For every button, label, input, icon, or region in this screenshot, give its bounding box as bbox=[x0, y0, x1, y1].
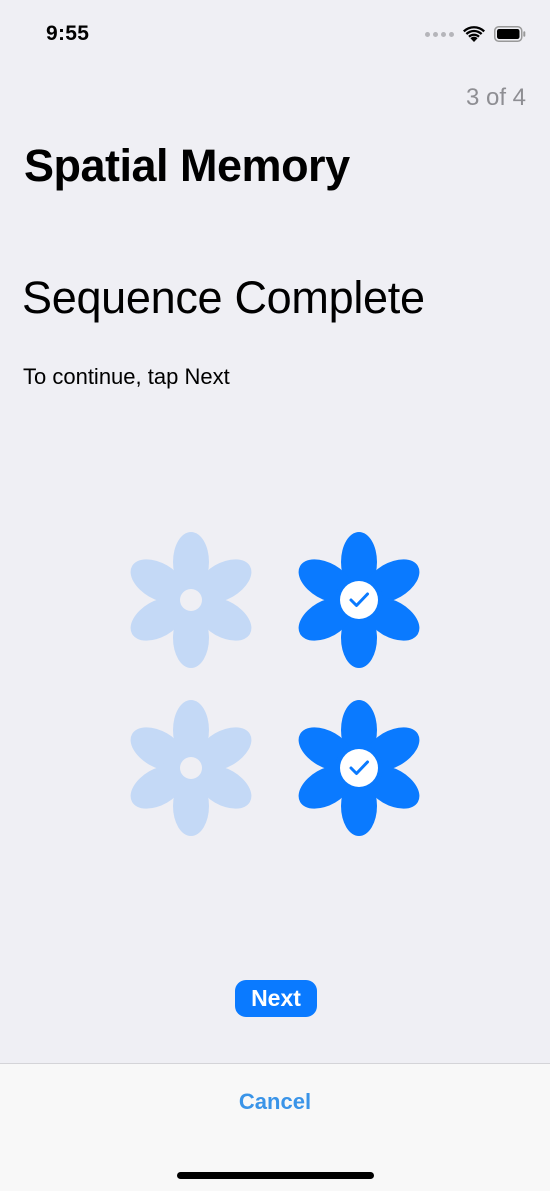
battery-icon bbox=[494, 26, 526, 42]
instruction-text: To continue, tap Next bbox=[23, 364, 230, 389]
flower-tile-3[interactable] bbox=[126, 700, 256, 836]
page-title: Spatial Memory bbox=[24, 140, 350, 191]
flower-tile-4[interactable] bbox=[294, 700, 424, 836]
step-counter: 3 of 4 bbox=[465, 84, 526, 111]
sequence-headline: Sequence Complete bbox=[22, 272, 425, 323]
flower-icon bbox=[130, 532, 252, 668]
cancel-button[interactable]: Cancel bbox=[0, 1089, 550, 1115]
bottom-toolbar: Cancel bbox=[0, 1063, 550, 1191]
next-button[interactable]: Next bbox=[235, 980, 317, 1017]
flower-icon bbox=[130, 700, 252, 836]
status-icons bbox=[425, 24, 526, 44]
status-time: 9:55 bbox=[46, 22, 90, 45]
flower-check-icon bbox=[298, 532, 420, 668]
screen: 9:55 3 of 4 Spatial Memory Sequence Comp… bbox=[0, 0, 550, 1191]
flower-check-icon bbox=[298, 700, 420, 836]
flower-tile-2[interactable] bbox=[294, 532, 424, 668]
flower-tile-1[interactable] bbox=[126, 532, 256, 668]
cellular-signal-icon bbox=[425, 31, 454, 37]
home-indicator bbox=[177, 1172, 374, 1179]
flower-grid bbox=[126, 532, 424, 840]
wifi-icon bbox=[463, 25, 485, 42]
